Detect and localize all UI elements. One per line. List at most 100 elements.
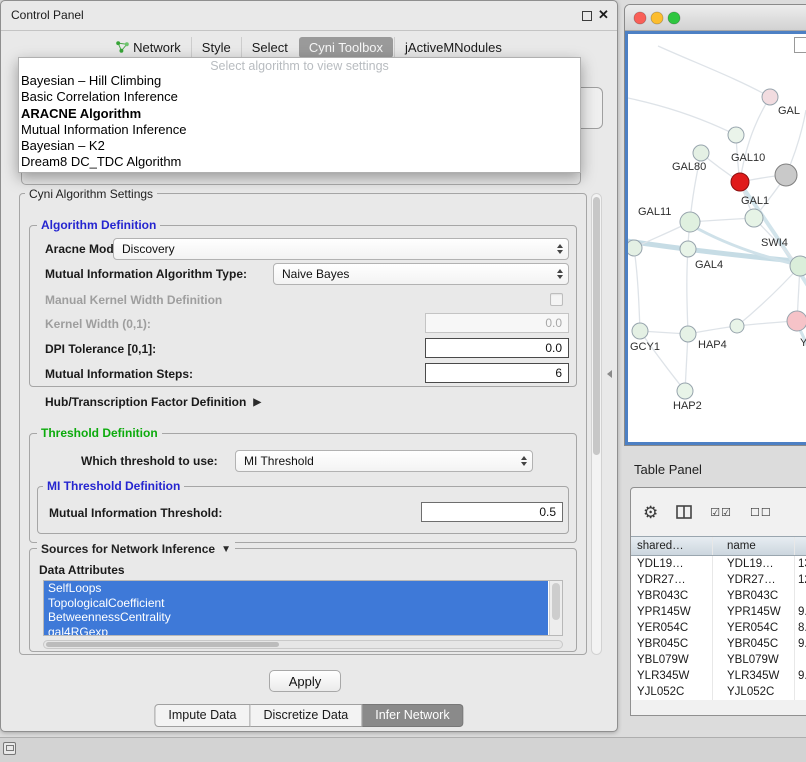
tab-jactivemnodules[interactable]: jActiveMNodules	[394, 37, 512, 58]
table-row[interactable]: YDL19… YDL19… 13	[631, 556, 806, 572]
cell-value[interactable]: 9.	[795, 668, 806, 684]
table-row[interactable]: YLR345W YLR345W 9.	[631, 668, 806, 684]
hub-definition-expander[interactable]: Hub/Transcription Factor Definition ▶	[45, 395, 261, 409]
network-node[interactable]	[745, 209, 763, 227]
cell-value[interactable]: 9.	[795, 636, 806, 652]
tab-network[interactable]: Network	[106, 37, 191, 58]
close-icon[interactable]: ✕	[598, 7, 609, 23]
network-node[interactable]	[730, 319, 744, 333]
tab-cyni-toolbox[interactable]: Cyni Toolbox	[299, 37, 393, 58]
cell-value[interactable]: 12	[795, 572, 806, 588]
cell-shared[interactable]: YDR27…	[631, 572, 713, 588]
minimize-button[interactable]	[651, 12, 663, 24]
network-node[interactable]	[680, 241, 696, 257]
attribute-item[interactable]: SelfLoops	[44, 581, 548, 596]
network-node[interactable]	[632, 323, 648, 339]
mi-threshold-field[interactable]: 0.5	[421, 502, 563, 522]
settings-scrollbar-thumb[interactable]	[593, 197, 600, 455]
mi-steps-field[interactable]: 6	[425, 363, 569, 383]
attribute-item[interactable]: gal4RGexp	[44, 625, 548, 637]
tab-infer-network[interactable]: Infer Network	[362, 704, 463, 727]
table-row[interactable]: YBR043C YBR043C	[631, 588, 806, 604]
menu-item-dream8[interactable]: Dream8 DC_TDC Algorithm	[19, 154, 580, 170]
cell-shared[interactable]: YDL19…	[631, 556, 713, 572]
cell-shared[interactable]: YJL052C	[631, 684, 713, 700]
attribute-list-scrollbar-thumb[interactable]	[552, 583, 560, 620]
apply-button[interactable]: Apply	[269, 670, 341, 692]
cell-name[interactable]: YDL19…	[713, 556, 795, 572]
table-row[interactable]: YPR145W YPR145W 9.	[631, 604, 806, 620]
cell-name[interactable]: YLR345W	[713, 668, 795, 684]
cell-name[interactable]: YBR045C	[713, 636, 795, 652]
aracne-mode-select[interactable]: Discovery	[113, 238, 569, 260]
manual-kernel-checkbox[interactable]	[550, 293, 563, 306]
attribute-item[interactable]: BetweennessCentrality	[44, 610, 548, 625]
birdseye-view[interactable]	[794, 37, 806, 53]
menu-item-mutual-information[interactable]: Mutual Information Inference	[19, 122, 580, 138]
menu-item-bayesian-hill-climbing[interactable]: Bayesian – Hill Climbing	[19, 73, 580, 89]
restore-panel-icon[interactable]	[3, 742, 16, 755]
cell-name[interactable]: YJL052C	[713, 684, 795, 700]
network-node[interactable]	[762, 89, 778, 105]
tab-style[interactable]: Style	[191, 37, 241, 58]
which-threshold-select[interactable]: MI Threshold	[235, 450, 533, 472]
network-canvas[interactable]: GAL GAL80 GAL10 GAL11 GAL1 SWI4 GAL4 GCY…	[625, 31, 806, 445]
cell-value[interactable]	[795, 588, 806, 604]
network-node[interactable]	[787, 311, 806, 331]
column-header-value[interactable]	[795, 537, 806, 555]
cell-shared[interactable]: YBL079W	[631, 652, 713, 668]
network-node[interactable]	[775, 164, 797, 186]
sources-expander[interactable]: Sources for Network Inference ▼	[37, 542, 235, 556]
cell-name[interactable]: YDR27…	[713, 572, 795, 588]
column-header-name[interactable]: name	[713, 537, 795, 555]
settings-scrollbar[interactable]	[591, 193, 602, 655]
cell-name[interactable]: YER054C	[713, 620, 795, 636]
cell-shared[interactable]: YBR043C	[631, 588, 713, 604]
attribute-list-scrollbar[interactable]	[549, 581, 562, 635]
cell-value[interactable]	[795, 652, 806, 668]
close-button[interactable]	[634, 12, 646, 24]
select-columns-icon[interactable]: ☑☑	[710, 506, 732, 519]
dpi-tolerance-field[interactable]: 0.0	[425, 338, 569, 358]
table-row[interactable]: YDR27… YDR27… 12	[631, 572, 806, 588]
cell-name[interactable]: YBR043C	[713, 588, 795, 604]
cell-name[interactable]: YBL079W	[713, 652, 795, 668]
cell-value[interactable]: 13	[795, 556, 806, 572]
cell-value[interactable]: 8.	[795, 620, 806, 636]
panel-collapse-handle[interactable]	[607, 370, 612, 378]
tab-select[interactable]: Select	[241, 37, 298, 58]
float-window-icon[interactable]	[582, 11, 592, 21]
kernel-width-field[interactable]: 0.0	[425, 313, 569, 333]
network-node[interactable]	[790, 256, 806, 276]
menu-item-bayesian-k2[interactable]: Bayesian – K2	[19, 138, 580, 154]
network-node[interactable]	[728, 127, 744, 143]
menu-item-aracne[interactable]: ARACNE Algorithm	[19, 106, 580, 122]
column-layout-icon[interactable]	[676, 505, 692, 519]
mi-type-select[interactable]: Naive Bayes	[273, 263, 569, 285]
cell-shared[interactable]: YER054C	[631, 620, 713, 636]
column-header-shared[interactable]: shared…	[631, 537, 713, 555]
network-node[interactable]	[693, 145, 709, 161]
deselect-columns-icon[interactable]: ☐☐	[750, 506, 772, 519]
attribute-list-hscrollbar-thumb[interactable]	[46, 642, 279, 647]
zoom-button[interactable]	[668, 12, 680, 24]
network-node[interactable]	[677, 383, 693, 399]
menu-item-basic-correlation[interactable]: Basic Correlation Inference	[19, 89, 580, 105]
network-node[interactable]	[680, 212, 700, 232]
gear-icon[interactable]: ⚙	[643, 504, 658, 521]
table-row[interactable]: YER054C YER054C 8.	[631, 620, 806, 636]
cell-value[interactable]	[795, 684, 806, 700]
network-node[interactable]	[680, 326, 696, 342]
table-row[interactable]: YJL052C YJL052C	[631, 684, 806, 700]
tab-impute-data[interactable]: Impute Data	[154, 704, 250, 727]
cell-value[interactable]: 9.	[795, 604, 806, 620]
network-node[interactable]	[628, 240, 642, 256]
cell-shared[interactable]: YPR145W	[631, 604, 713, 620]
cell-name[interactable]: YPR145W	[713, 604, 795, 620]
table-row[interactable]: YBL079W YBL079W	[631, 652, 806, 668]
network-node[interactable]	[731, 173, 749, 191]
table-row[interactable]: YBR045C YBR045C 9.	[631, 636, 806, 652]
attribute-list[interactable]: SelfLoops TopologicalCoefficient Between…	[43, 580, 563, 636]
tab-discretize-data[interactable]: Discretize Data	[251, 704, 363, 727]
cell-shared[interactable]: YBR045C	[631, 636, 713, 652]
